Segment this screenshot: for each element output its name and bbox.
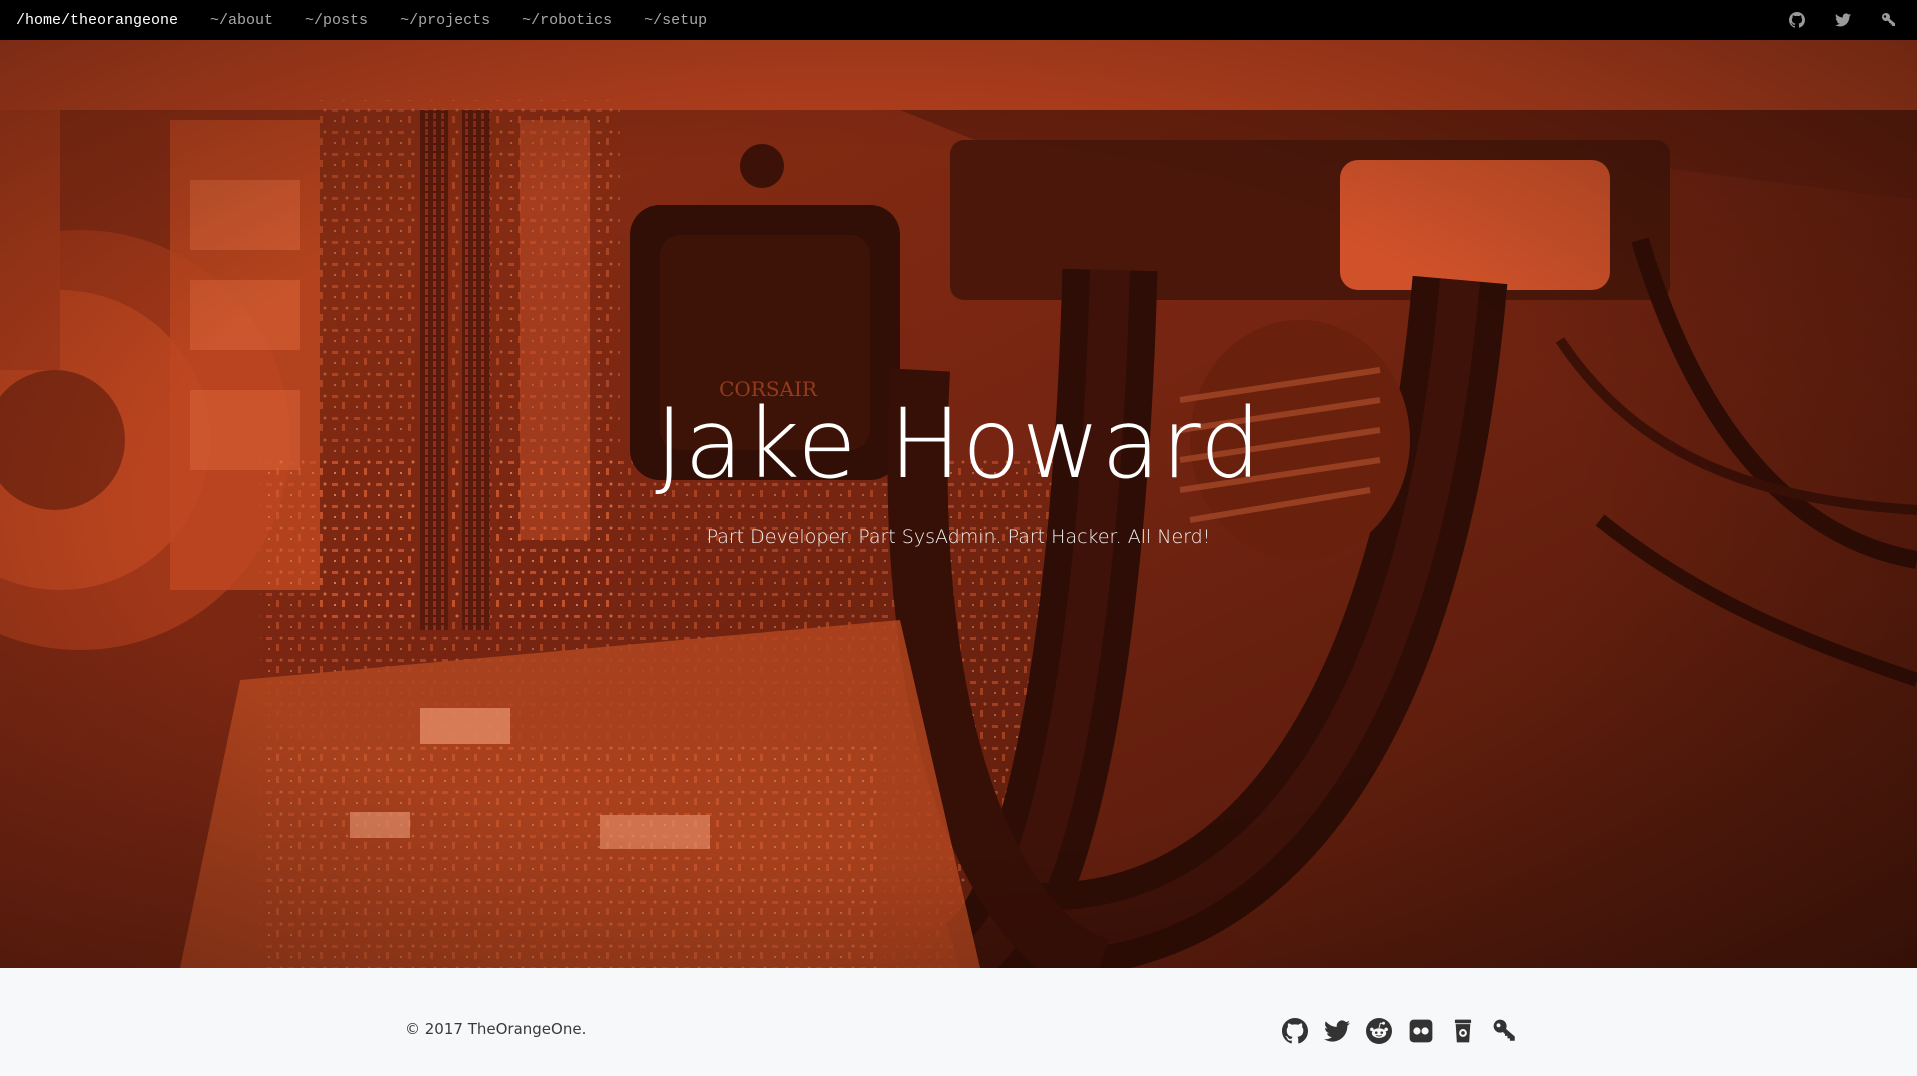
nav-link-about[interactable]: ~/about bbox=[194, 12, 289, 29]
twitter-icon[interactable] bbox=[1835, 12, 1851, 28]
tip-jar-icon[interactable] bbox=[1450, 1018, 1476, 1044]
key-icon[interactable] bbox=[1881, 12, 1897, 28]
nav-link-projects[interactable]: ~/projects bbox=[384, 12, 506, 29]
nav-social-icons bbox=[1789, 0, 1897, 40]
github-icon[interactable] bbox=[1789, 12, 1805, 28]
copyright-text: © 2017 TheOrangeOne. bbox=[405, 1020, 587, 1038]
github-icon[interactable] bbox=[1282, 1018, 1308, 1044]
flickr-icon[interactable] bbox=[1408, 1018, 1434, 1044]
footer-social-icons bbox=[1282, 1018, 1518, 1044]
nav-link-posts[interactable]: ~/posts bbox=[289, 12, 384, 29]
top-navbar: /home/theorangeone ~/about ~/posts ~/pro… bbox=[0, 0, 1917, 40]
hero-section: CORSAIR Jake Howard Part Developer. Part… bbox=[0, 40, 1917, 968]
key-icon[interactable] bbox=[1492, 1018, 1518, 1044]
nav-link-setup[interactable]: ~/setup bbox=[628, 12, 723, 29]
reddit-icon[interactable] bbox=[1366, 1018, 1392, 1044]
hero-subtitle: Part Developer. Part SysAdmin. Part Hack… bbox=[706, 526, 1211, 548]
page-footer: © 2017 TheOrangeOne. bbox=[0, 968, 1917, 1076]
twitter-icon[interactable] bbox=[1324, 1018, 1350, 1044]
site-brand-link[interactable]: /home/theorangeone bbox=[16, 12, 178, 29]
nav-links: ~/about ~/posts ~/projects ~/robotics ~/… bbox=[194, 12, 723, 29]
hero-title: Jake Howard bbox=[655, 388, 1262, 500]
nav-link-robotics[interactable]: ~/robotics bbox=[506, 12, 628, 29]
hero-background-image: CORSAIR bbox=[0, 40, 1917, 968]
